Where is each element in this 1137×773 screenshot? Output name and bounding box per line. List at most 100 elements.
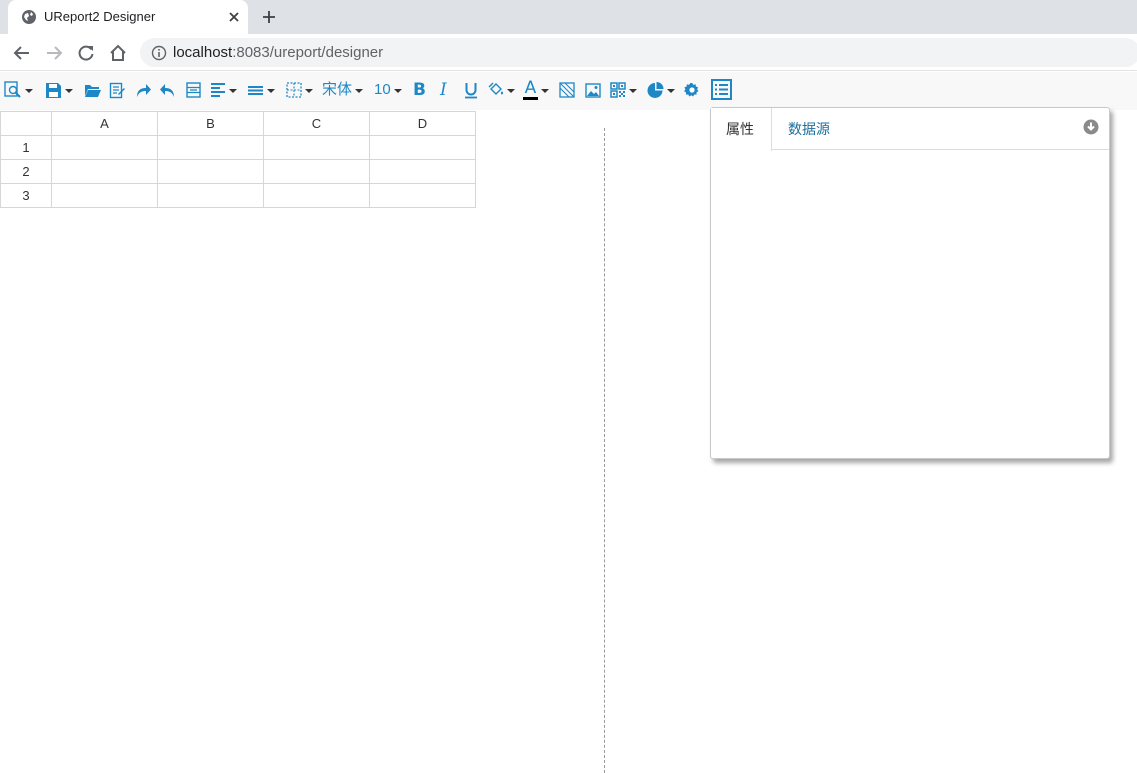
designer-toolbar: 宋体 10 B I A: [0, 72, 1137, 110]
chevron-down-icon: [541, 89, 549, 93]
new-tab-icon[interactable]: [260, 8, 278, 26]
tab-properties[interactable]: 属性: [711, 108, 772, 151]
open-button[interactable]: [84, 80, 101, 100]
grid-row: 3: [0, 183, 476, 208]
bold-button[interactable]: B: [413, 80, 426, 100]
home-icon[interactable]: [108, 43, 128, 63]
cell-d1[interactable]: [369, 135, 476, 160]
image-button[interactable]: [585, 80, 601, 100]
tab-datasource[interactable]: 数据源: [773, 108, 845, 151]
save-icon: [46, 82, 61, 98]
url-text: localhost:8083/ureport/designer: [173, 44, 384, 61]
back-icon[interactable]: [12, 43, 32, 63]
url-field[interactable]: localhost:8083/ureport/designer: [140, 38, 1137, 67]
properties-panel-icon: [711, 78, 732, 100]
cell-d3[interactable]: [369, 183, 476, 208]
save-dropdown[interactable]: [45, 80, 73, 100]
grid-header-row: A B C D: [0, 111, 476, 136]
fill-color-dropdown[interactable]: [488, 80, 515, 100]
preview-dropdown[interactable]: [4, 80, 33, 100]
chevron-down-icon: [305, 89, 313, 93]
cell-a1[interactable]: [51, 135, 158, 160]
redo-icon: [137, 84, 151, 97]
browser-tab[interactable]: UReport2 Designer: [8, 0, 248, 34]
grid-row: 2: [0, 159, 476, 184]
row-header-3[interactable]: 3: [0, 183, 52, 208]
grid-corner[interactable]: [0, 111, 52, 136]
address-bar: localhost:8083/ureport/designer: [0, 34, 1137, 71]
chevron-down-icon: [229, 89, 237, 93]
underline-button[interactable]: [464, 80, 478, 100]
cell-c3[interactable]: [263, 183, 370, 208]
undo-icon: [160, 84, 174, 97]
chevron-down-icon: [65, 89, 73, 93]
cell-b3[interactable]: [157, 183, 264, 208]
reload-icon[interactable]: [76, 43, 96, 63]
font-size-label: 10: [374, 81, 391, 98]
border-icon: [286, 82, 302, 98]
chevron-down-icon: [355, 89, 364, 93]
underline-icon: [465, 82, 477, 98]
merge-cells-icon: [186, 82, 201, 98]
chart-icon: [647, 81, 664, 98]
row-header-2[interactable]: 2: [0, 159, 52, 184]
redo-button[interactable]: [135, 80, 151, 100]
browser-tab-strip: UReport2 Designer: [0, 0, 1137, 34]
cell-a2[interactable]: [51, 159, 158, 184]
import-icon: [109, 82, 125, 98]
gear-icon: [684, 82, 699, 97]
valign-icon: [248, 86, 263, 95]
grid-row: 1: [0, 135, 476, 160]
forward-icon[interactable]: [44, 43, 64, 63]
cell-c1[interactable]: [263, 135, 370, 160]
report-grid: A B C D 1 2 3: [0, 111, 476, 208]
cell-c2[interactable]: [263, 159, 370, 184]
settings-button[interactable]: [684, 80, 700, 100]
font-size-dropdown[interactable]: 10: [374, 80, 402, 100]
cell-d2[interactable]: [369, 159, 476, 184]
font-color-icon: A: [523, 77, 538, 100]
fill-color-icon: [488, 82, 504, 95]
info-icon[interactable]: [151, 45, 167, 61]
chevron-down-icon: [393, 89, 402, 93]
import-button[interactable]: [109, 80, 126, 100]
cell-b2[interactable]: [157, 159, 264, 184]
column-header-b[interactable]: B: [157, 111, 264, 136]
cell-a3[interactable]: [51, 183, 158, 208]
image-icon: [585, 82, 601, 98]
chevron-down-icon: [25, 89, 33, 93]
page-boundary-divider: [604, 128, 605, 773]
align-dropdown[interactable]: [210, 80, 237, 100]
barcode-icon: [610, 82, 626, 98]
merge-cells-button[interactable]: [186, 80, 201, 100]
border-dropdown[interactable]: [286, 80, 313, 100]
globe-icon: [22, 10, 36, 24]
align-left-icon: [211, 83, 225, 97]
chevron-down-icon: [267, 89, 275, 93]
cell-b1[interactable]: [157, 135, 264, 160]
chevron-down-icon: [629, 89, 637, 93]
undo-button[interactable]: [160, 80, 176, 100]
italic-button[interactable]: I: [440, 80, 447, 100]
font-color-dropdown[interactable]: A: [523, 77, 549, 100]
tab-title: UReport2 Designer: [44, 9, 156, 24]
chevron-down-icon: [507, 89, 515, 93]
download-icon[interactable]: [1083, 119, 1099, 135]
panel-tab-bar: 属性 数据源: [711, 108, 1109, 151]
column-header-d[interactable]: D: [369, 111, 476, 136]
slash-icon: [559, 82, 575, 98]
slash-button[interactable]: [559, 80, 575, 100]
barcode-dropdown[interactable]: [610, 80, 637, 100]
font-family-dropdown[interactable]: 宋体: [322, 80, 364, 100]
valign-dropdown[interactable]: [247, 80, 275, 100]
close-icon[interactable]: [226, 9, 242, 25]
bold-icon: B: [413, 80, 426, 100]
property-panel: 属性 数据源: [710, 107, 1110, 459]
properties-panel-button[interactable]: [711, 78, 732, 100]
column-header-a[interactable]: A: [51, 111, 158, 136]
preview-icon: [4, 81, 21, 98]
row-header-1[interactable]: 1: [0, 135, 52, 160]
italic-icon: I: [440, 80, 447, 100]
column-header-c[interactable]: C: [263, 111, 370, 136]
chart-dropdown[interactable]: [647, 80, 675, 100]
